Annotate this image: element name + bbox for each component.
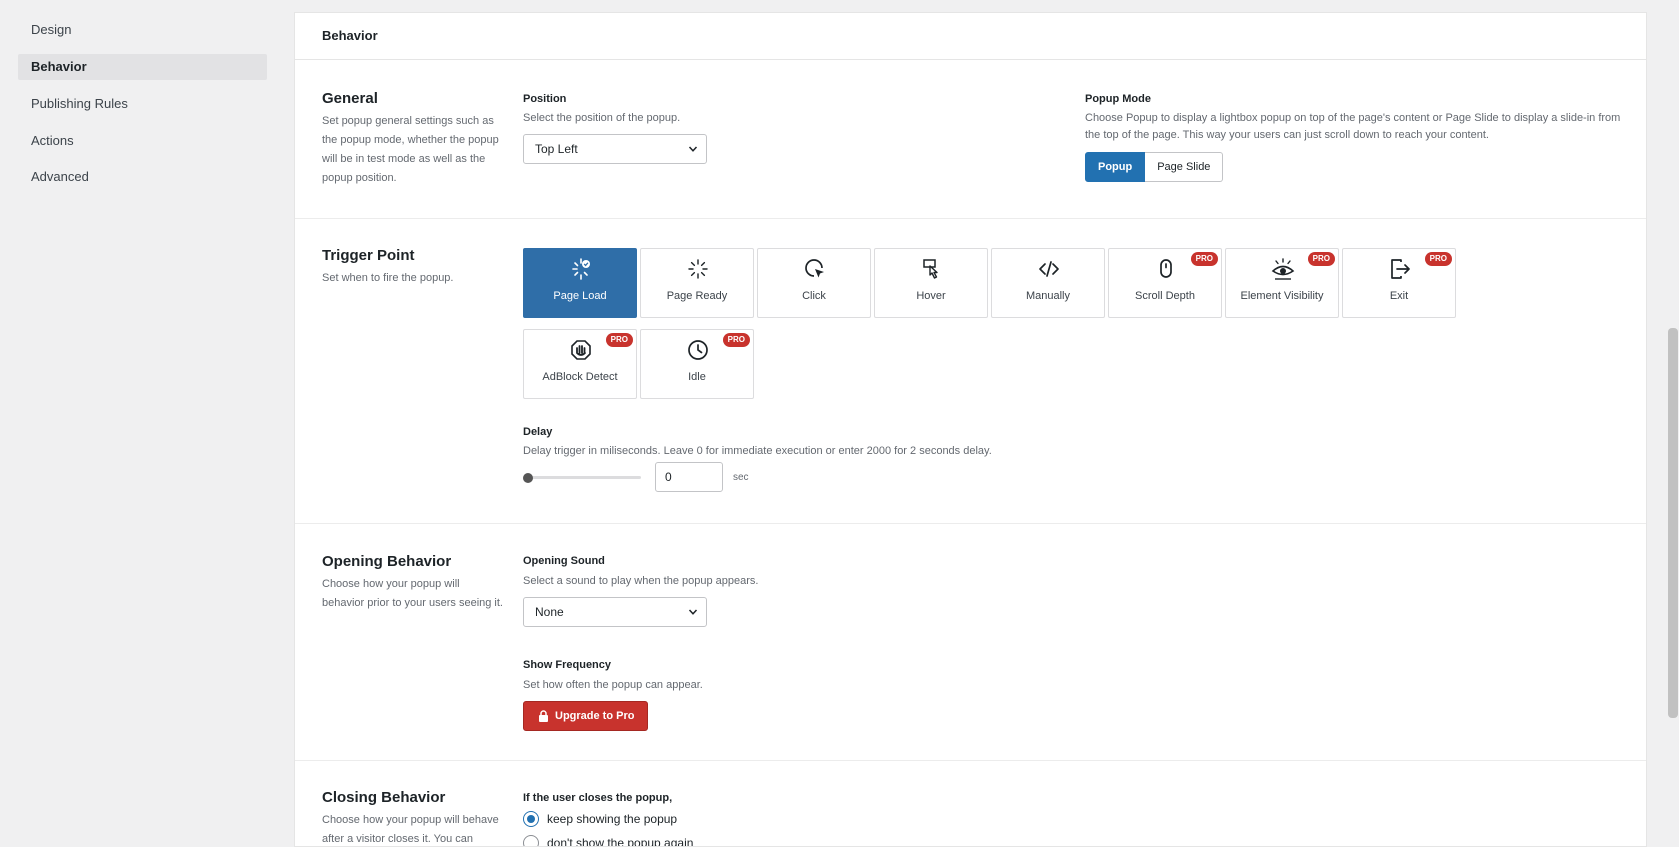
trigger-desc: Set when to fire the popup. (322, 272, 454, 284)
trigger-hover[interactable]: Hover (874, 248, 988, 318)
page-load-icon (572, 258, 590, 280)
trigger-label: Page Load (553, 290, 607, 302)
closing-option-label: don't show the popup again (547, 836, 694, 847)
trigger-page-load[interactable]: Page Load (523, 248, 637, 318)
sidebar-item-actions[interactable]: Actions (18, 128, 267, 154)
page-ready-icon (688, 259, 708, 279)
delay-desc: Delay trigger in miliseconds. Leave 0 fo… (523, 445, 992, 457)
opening-desc: Choose how your popup will behavior prio… (322, 578, 503, 609)
page-scrollbar[interactable] (1667, 0, 1679, 847)
general-section: General Set popup general settings such … (295, 60, 1646, 219)
position-select[interactable]: Top Left (523, 134, 707, 164)
popup-mode-desc: Choose Popup to display a lightbox popup… (1085, 112, 1621, 141)
trigger-idle[interactable]: Idle PRO (640, 329, 754, 399)
popup-mode-label: Popup Mode (1085, 93, 1151, 105)
closing-option-label: keep showing the popup (547, 812, 678, 826)
lock-icon (539, 710, 548, 722)
pro-badge: PRO (1190, 252, 1218, 266)
sidebar-item-advanced[interactable]: Advanced (18, 164, 267, 190)
pro-badge: PRO (1424, 252, 1452, 266)
trigger-title: Trigger Point (322, 247, 415, 264)
click-icon (805, 259, 824, 278)
opening-sound-value: None (535, 605, 564, 619)
delay-slider-track[interactable] (523, 476, 641, 479)
chevron-down-icon (688, 146, 698, 152)
closing-section: Closing Behavior Choose how your popup w… (295, 761, 1646, 847)
clock-icon (688, 340, 708, 360)
eye-icon (1271, 258, 1295, 280)
chevron-down-icon (688, 609, 698, 615)
code-icon (1039, 261, 1059, 277)
radio-button[interactable] (523, 835, 539, 846)
trigger-adblock-detect[interactable]: AdBlock Detect PRO (523, 329, 637, 399)
pro-badge: PRO (722, 333, 750, 347)
delay-slider-handle[interactable] (523, 473, 533, 483)
closing-desc: Choose how your popup will behave after … (322, 814, 499, 845)
general-desc: Set popup general settings such as the p… (322, 115, 499, 184)
position-value: Top Left (535, 142, 578, 156)
sidebar-item-publishing-rules[interactable]: Publishing Rules (18, 91, 267, 117)
sidebar-item-design[interactable]: Design (18, 17, 267, 43)
trigger-label: Idle (688, 371, 706, 383)
closing-title: Closing Behavior (322, 789, 446, 806)
closing-question: If the user closes the popup, (523, 792, 673, 804)
delay-input[interactable]: 0 (655, 462, 723, 492)
trigger-element-visibility[interactable]: Element Visibility PRO (1225, 248, 1339, 318)
general-title: General (322, 90, 378, 107)
scrollbar-thumb[interactable] (1668, 328, 1678, 718)
trigger-label: Manually (1025, 290, 1071, 302)
trigger-exit[interactable]: Exit PRO (1342, 248, 1456, 318)
adblock-icon (571, 340, 591, 360)
trigger-label: Element Visibility (1240, 290, 1324, 302)
position-label: Position (523, 93, 567, 105)
radio-button[interactable] (523, 811, 539, 827)
panel-title: Behavior (295, 13, 1646, 60)
trigger-section: Trigger Point Set when to fire the popup… (295, 219, 1646, 524)
pro-badge: PRO (1307, 252, 1335, 266)
closing-option-dont-show[interactable]: don't show the popup again (523, 835, 694, 847)
trigger-click[interactable]: Click (757, 248, 871, 318)
popup-mode-toggle: Popup Page Slide (1085, 152, 1224, 182)
delay-label: Delay (523, 426, 553, 438)
show-frequency-label: Show Frequency (523, 659, 612, 671)
trigger-page-ready[interactable]: Page Ready (640, 248, 754, 318)
trigger-manually[interactable]: Manually (991, 248, 1105, 318)
delay-unit: sec (733, 472, 749, 483)
settings-sidebar: Design Behavior Publishing Rules Actions… (0, 0, 280, 847)
exit-icon (1391, 259, 1410, 279)
sidebar-item-behavior[interactable]: Behavior (18, 54, 267, 80)
opening-sound-select[interactable]: None (523, 597, 707, 627)
trigger-scroll-depth[interactable]: Scroll Depth PRO (1108, 248, 1222, 318)
behavior-panel: Behavior General Set popup general setti… (294, 12, 1647, 847)
upgrade-to-pro-button[interactable]: Upgrade to Pro (523, 701, 649, 731)
opening-sound-desc: Select a sound to play when the popup ap… (523, 575, 759, 587)
upgrade-label: Upgrade to Pro (555, 710, 635, 722)
position-desc: Select the position of the popup. (523, 112, 681, 124)
trigger-label: Click (802, 290, 826, 302)
opening-section: Opening Behavior Choose how your popup w… (295, 524, 1646, 761)
opening-title: Opening Behavior (322, 553, 452, 570)
opening-sound-label: Opening Sound (523, 555, 605, 567)
closing-option-keep-showing[interactable]: keep showing the popup (523, 811, 677, 827)
trigger-label: Page Ready (666, 290, 728, 302)
trigger-label: Exit (1389, 290, 1409, 302)
mouse-icon (1160, 259, 1172, 278)
popup-mode-popup-button[interactable]: Popup (1085, 152, 1146, 182)
trigger-label: Scroll Depth (1135, 290, 1195, 302)
pro-badge: PRO (605, 333, 633, 347)
trigger-label: AdBlock Detect (542, 371, 618, 383)
trigger-label: Hover (916, 290, 946, 302)
popup-mode-page-slide-button[interactable]: Page Slide (1145, 152, 1224, 182)
hover-icon (923, 259, 938, 279)
show-frequency-desc: Set how often the popup can appear. (523, 679, 703, 691)
